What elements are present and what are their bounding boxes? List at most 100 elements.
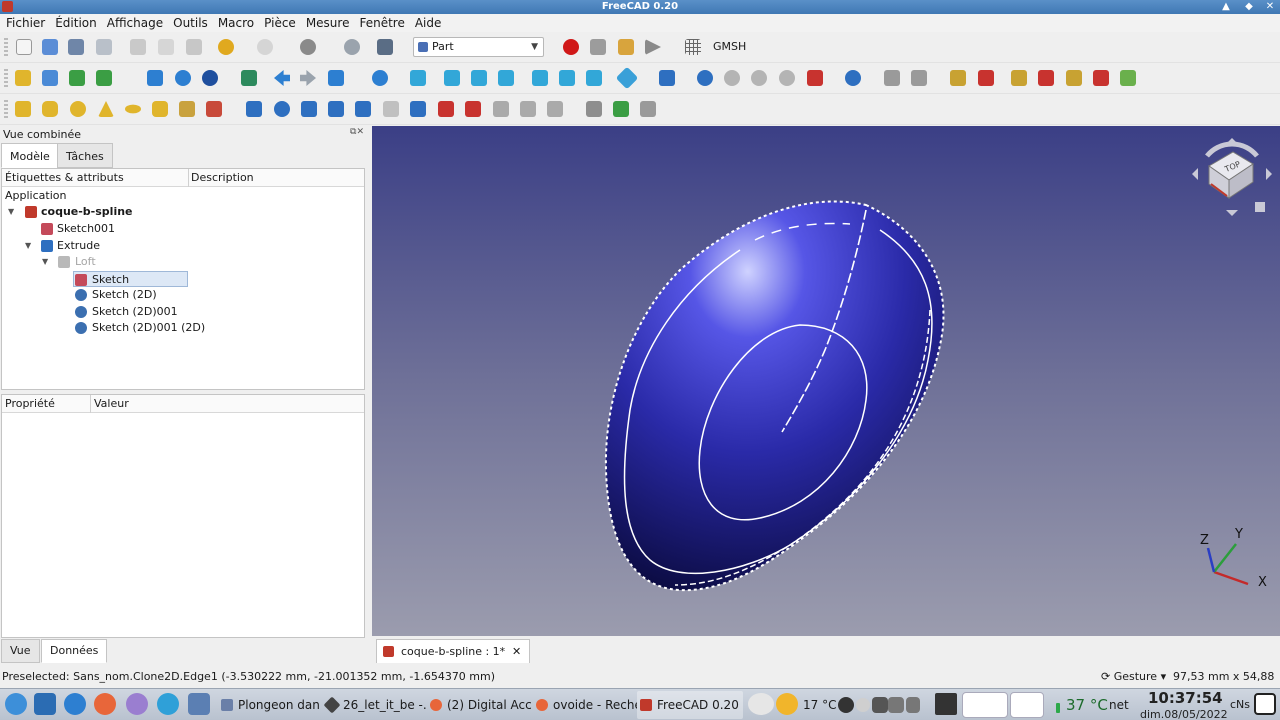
view-right-icon[interactable]: [496, 68, 516, 88]
zoom-fit-selection-icon[interactable]: [173, 68, 193, 88]
link-icon[interactable]: [67, 68, 87, 88]
sketch-view-icon[interactable]: [1118, 68, 1138, 88]
task-plongeon[interactable]: Plongeon dan...: [218, 691, 321, 719]
volume-icon[interactable]: [888, 697, 904, 713]
task-let-it-be[interactable]: 26_let_it_be -...: [323, 691, 427, 719]
navigation-cube[interactable]: TOP: [1187, 126, 1277, 226]
restore-icon[interactable]: ◆: [1241, 0, 1257, 14]
sketch-check-icon[interactable]: [948, 68, 968, 88]
undo-icon[interactable]: [216, 37, 236, 57]
eyes-applet-icon[interactable]: [748, 693, 774, 715]
color-per-face-icon[interactable]: [638, 99, 658, 119]
tree-header-labels[interactable]: Étiquettes & attributs: [5, 171, 124, 184]
close-tab-icon[interactable]: ✕: [512, 640, 521, 663]
3d-scene[interactable]: [372, 126, 1280, 636]
tree-section-application[interactable]: Application: [5, 188, 125, 204]
navcube-menu-icon[interactable]: [1255, 202, 1265, 212]
sketch-close-icon[interactable]: [1091, 68, 1111, 88]
section-icon[interactable]: [805, 68, 825, 88]
part-box-yellow-icon[interactable]: [13, 68, 33, 88]
fuse-icon[interactable]: [749, 68, 769, 88]
sketch-merge-icon[interactable]: [1009, 68, 1029, 88]
view-front-icon[interactable]: [442, 68, 462, 88]
thickness-icon[interactable]: [584, 99, 604, 119]
menu-macro[interactable]: Macro: [214, 14, 258, 32]
menu-piece[interactable]: Pièce: [260, 14, 300, 32]
record-macro-icon[interactable]: [561, 37, 581, 57]
common-icon[interactable]: [777, 68, 797, 88]
shape-builder-icon[interactable]: [204, 99, 224, 119]
menu-affichage[interactable]: Affichage: [103, 14, 167, 32]
start-menu-icon[interactable]: [5, 693, 27, 715]
fit-all-icon[interactable]: [145, 68, 165, 88]
cone-primitive-icon[interactable]: [96, 99, 116, 119]
tree-header-description[interactable]: Description: [191, 171, 254, 184]
gmsh-mesh-icon[interactable]: [683, 37, 703, 57]
3d-viewport[interactable]: TOP X Y Z: [372, 126, 1280, 636]
view-forward-icon[interactable]: [298, 68, 318, 88]
gmsh-label[interactable]: GMSH: [713, 40, 746, 53]
menu-edition[interactable]: Édition: [51, 14, 101, 32]
fillet-icon[interactable]: [326, 99, 346, 119]
toolbar-grip[interactable]: [4, 38, 8, 56]
ruled-surface-icon[interactable]: [408, 99, 428, 119]
navcube-left-arrow-icon[interactable]: [1192, 168, 1198, 180]
task-freecad[interactable]: FreeCAD 0.20: [637, 691, 743, 719]
view-isometric-icon[interactable]: [408, 68, 428, 88]
projection-icon[interactable]: [611, 99, 631, 119]
recompute-icon[interactable]: [342, 37, 362, 57]
view-top-icon[interactable]: [469, 68, 489, 88]
primitives-icon[interactable]: [177, 99, 197, 119]
firefox-icon[interactable]: [94, 693, 116, 715]
mirror-icon[interactable]: [299, 99, 319, 119]
split-icon[interactable]: [843, 68, 863, 88]
tree-item-extrude[interactable]: ▼ Extrude: [5, 238, 205, 254]
tree-item-sketch-2d001-2d[interactable]: Sketch (2D)001 (2D): [74, 320, 274, 336]
run-macro-icon[interactable]: [643, 37, 663, 57]
whats-this-icon[interactable]: [375, 37, 395, 57]
chevron-down-icon[interactable]: ▼: [42, 254, 48, 270]
status-dot-icon[interactable]: [856, 698, 870, 712]
keyboard-layout[interactable]: cNs: [1230, 691, 1250, 719]
clock-time[interactable]: 10:37:54: [1148, 689, 1223, 707]
chevron-down-icon[interactable]: ▼: [25, 238, 31, 254]
view-bottom-icon[interactable]: [557, 68, 577, 88]
connection-icon[interactable]: [906, 697, 920, 713]
boolean-icon[interactable]: [695, 68, 715, 88]
torus-primitive-icon[interactable]: [123, 99, 143, 119]
thunderbird-icon[interactable]: [64, 693, 86, 715]
tree-item-sketch001[interactable]: Sketch001: [5, 221, 205, 237]
file-manager-icon[interactable]: [188, 693, 210, 715]
chevron-down-icon[interactable]: ▼: [8, 204, 14, 220]
copy-icon[interactable]: [156, 37, 176, 57]
toolbar-grip[interactable]: [4, 69, 8, 87]
clipboard-icon[interactable]: [935, 693, 957, 715]
app-launcher-icon[interactable]: [157, 693, 179, 715]
shell-body[interactable]: [605, 201, 944, 591]
sketch-mirror-icon[interactable]: [1036, 68, 1056, 88]
new-file-icon[interactable]: [14, 37, 34, 57]
cross-sections-icon[interactable]: [518, 99, 538, 119]
view-rear-icon[interactable]: [530, 68, 550, 88]
task-digital-acc[interactable]: (2) Digital Acc...: [427, 691, 531, 719]
stop-macro-icon[interactable]: [588, 37, 608, 57]
cut-icon[interactable]: [128, 37, 148, 57]
box-primitive-icon[interactable]: [13, 99, 33, 119]
tab-modele[interactable]: Modèle: [1, 143, 59, 168]
check-geometry-icon[interactable]: [882, 68, 902, 88]
folder-icon[interactable]: [40, 68, 60, 88]
navigation-style-selector[interactable]: ⟳ Gesture ▾: [1101, 668, 1166, 686]
maximize-icon[interactable]: ▲: [1218, 0, 1234, 14]
media-play-icon[interactable]: [838, 697, 854, 713]
sketch-attach-icon[interactable]: [1064, 68, 1084, 88]
show-desktop-icon[interactable]: [34, 693, 56, 715]
make-face-icon[interactable]: [381, 99, 401, 119]
menu-mesure[interactable]: Mesure: [302, 14, 354, 32]
task-ovoide[interactable]: ovoide - Reche...: [533, 691, 637, 719]
bounding-box-icon[interactable]: [239, 68, 259, 88]
open-file-icon[interactable]: [40, 37, 60, 57]
sphere-primitive-icon[interactable]: [68, 99, 88, 119]
value-column-header[interactable]: Valeur: [94, 397, 129, 410]
panel-float-close-icon[interactable]: ⧉✕: [350, 127, 364, 137]
close-window-icon[interactable]: ✕: [1262, 0, 1278, 14]
